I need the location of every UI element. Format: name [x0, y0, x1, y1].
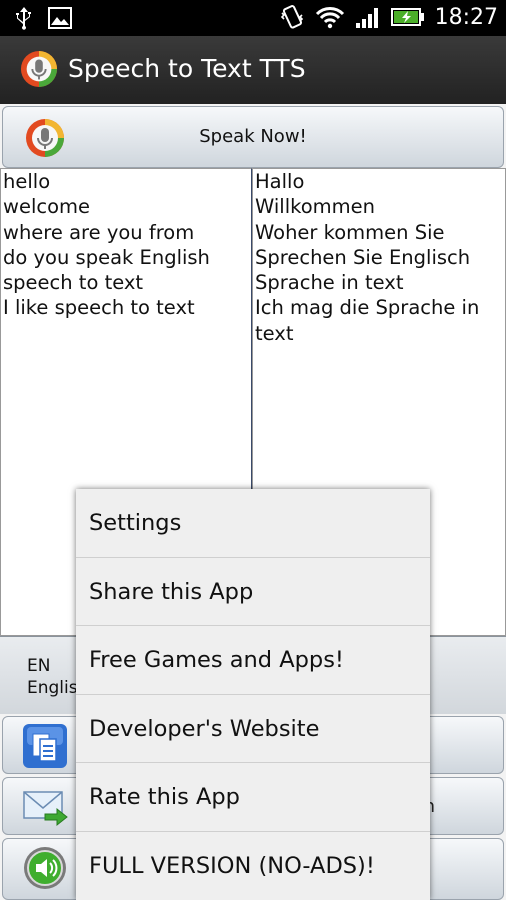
speak-now-label: Speak Now!	[199, 126, 307, 147]
translated-line: Woher kommen Sie	[255, 220, 445, 244]
email-forward-icon	[23, 791, 68, 827]
menu-item-settings[interactable]: Settings	[76, 489, 430, 558]
menu-item-label: FULL VERSION (NO-ADS)!	[89, 852, 375, 879]
microphone-app-icon	[20, 50, 58, 88]
menu-item-label: Free Games and Apps!	[89, 647, 344, 673]
translated-line: Ich mag die Sprache in	[255, 296, 480, 320]
overflow-menu: Settings Share this App Free Games and A…	[76, 489, 430, 900]
image-icon	[48, 7, 72, 29]
source-line: where are you from	[3, 220, 195, 244]
menu-item-share-app[interactable]: Share this App	[76, 558, 430, 626]
translated-line: Sprechen Sie Englisch	[255, 245, 471, 269]
speaker-icon	[24, 847, 66, 889]
screen: 18:27 Speech to Text TTS Speak Now! hell…	[0, 0, 506, 900]
translated-line: Hallo	[255, 170, 305, 193]
menu-item-label: Developer's Website	[89, 715, 320, 742]
app-title: Speech to Text TTS	[68, 54, 306, 83]
vibrate-icon	[280, 5, 303, 29]
menu-item-full-version[interactable]: FULL VERSION (NO-ADS)!	[76, 832, 430, 900]
battery-charging-icon	[390, 8, 424, 26]
speak-now-button[interactable]: Speak Now!	[2, 106, 504, 168]
source-line: welcome	[3, 195, 91, 219]
translated-line: Willkommen	[255, 195, 375, 219]
menu-item-free-games-apps[interactable]: Free Games and Apps!	[76, 626, 430, 695]
language-code: EN	[27, 656, 51, 676]
menu-item-rate-app[interactable]: Rate this App	[76, 763, 430, 832]
app-title-bar: Speech to Text TTS	[0, 36, 506, 104]
status-time: 18:27	[434, 4, 498, 30]
menu-item-developer-website[interactable]: Developer's Website	[76, 695, 430, 763]
usb-icon	[16, 7, 31, 30]
signal-icon	[355, 8, 378, 28]
status-bar: 18:27	[0, 0, 506, 36]
source-line: do you speak English	[3, 245, 210, 269]
source-line: I like speech to text	[3, 296, 195, 320]
menu-item-label: Settings	[89, 510, 182, 536]
menu-item-label: Rate this App	[89, 784, 240, 810]
menu-item-label: Share this App	[89, 578, 254, 605]
wifi-icon	[315, 7, 344, 29]
source-line: hello	[3, 170, 51, 193]
translated-line: text	[255, 321, 294, 345]
source-line: speech to text	[3, 271, 144, 295]
copy-icon	[23, 724, 67, 768]
translated-line: Sprache in text	[255, 271, 404, 295]
